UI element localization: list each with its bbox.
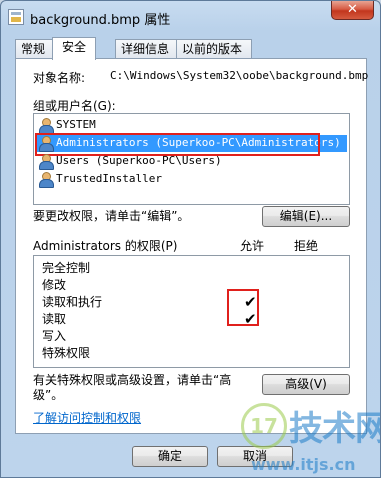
list-item[interactable]: Users (Superkoo-PC\Users) <box>36 153 347 170</box>
edit-button[interactable]: 编辑(E)... <box>262 206 350 227</box>
object-name-value: C:\Windows\System32\oobe\background.bmp <box>110 69 369 82</box>
list-item-selected[interactable]: Administrators (Superkoo-PC\Administrato… <box>35 133 347 156</box>
users-icon <box>38 118 54 134</box>
deny-column-header: 拒绝 <box>294 239 319 253</box>
permission-row: 写入 <box>42 329 67 343</box>
permissions-title: Administrators 的权限(P) <box>33 239 178 253</box>
security-panel: 对象名称: C:\Windows\System32\oobe\backgroun… <box>15 58 369 434</box>
permission-row: 读取和执行 <box>42 295 103 309</box>
groups-label: 组或用户名(G): <box>33 99 116 113</box>
users-icon <box>38 154 54 170</box>
list-item-label: Administrators (Superkoo-PC\Administrato… <box>56 136 341 149</box>
ok-button[interactable]: 确定 <box>132 446 208 467</box>
watermark-brand: 技术网 <box>289 409 381 449</box>
change-permissions-hint: 要更改权限，请单击“编辑”。 <box>33 209 190 223</box>
permission-row: 完全控制 <box>42 261 91 275</box>
title-bar[interactable]: background.bmp 属性 ✕ <box>1 1 380 35</box>
tab-security[interactable]: 安全 <box>52 37 96 60</box>
window-title: background.bmp 属性 <box>30 13 171 28</box>
list-item-label: Users (Superkoo-PC\Users) <box>56 154 222 167</box>
list-item-label: SYSTEM <box>56 118 96 131</box>
list-item-label: TrustedInstaller <box>56 172 162 185</box>
tab-details[interactable]: 详细信息 <box>115 39 177 59</box>
permissions-list: 完全控制 修改 读取和执行 ✔ 读取 ✔ 写入 特殊权限 <box>33 255 350 368</box>
tab-previous-versions[interactable]: 以前的版本 <box>176 39 252 59</box>
watermark: 17 技术网 www.itjs.cn <box>241 401 381 476</box>
users-icon <box>38 136 54 152</box>
properties-dialog: background.bmp 属性 ✕ 常规 安全 详细信息 以前的版本 对象名… <box>0 0 381 478</box>
users-icon <box>38 172 54 188</box>
permission-row: 修改 <box>42 278 67 292</box>
access-control-help-link[interactable]: 了解访问控制和权限 <box>33 409 141 426</box>
special-permissions-hint: 有关特殊权限或高级设置，请单击“高级”。 <box>33 373 232 402</box>
groups-list[interactable]: SYSTEM Administrators (Superkoo-PC\Admin… <box>33 113 350 205</box>
list-item[interactable]: TrustedInstaller <box>36 171 347 188</box>
permission-row: 读取 <box>42 312 67 326</box>
list-item[interactable]: SYSTEM <box>36 117 347 134</box>
advanced-button[interactable]: 高级(V) <box>262 374 350 395</box>
watermark-url: www.itjs.cn <box>251 455 356 474</box>
tab-general[interactable]: 常规 <box>15 39 53 59</box>
watermark-badge: 17 <box>241 403 287 449</box>
allow-column-header: 允许 <box>240 239 265 253</box>
bitmap-file-icon <box>8 9 24 25</box>
permission-row: 特殊权限 <box>42 346 91 360</box>
check-highlight-box <box>227 289 259 326</box>
close-button[interactable]: ✕ <box>331 1 374 20</box>
object-name-label: 对象名称: <box>33 71 86 85</box>
